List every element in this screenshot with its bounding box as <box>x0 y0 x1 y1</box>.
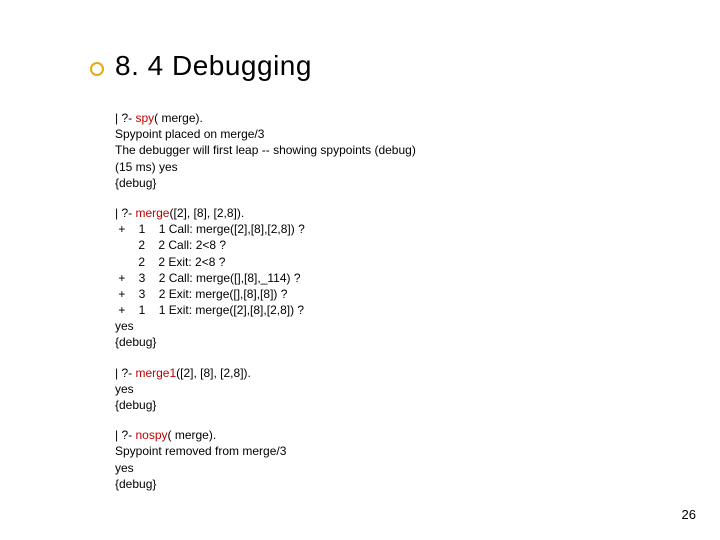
keyword-nospy: nospy <box>135 428 167 442</box>
code-block-3: | ?- merge1([2], [8], [2,8]). yes {debug… <box>115 365 720 414</box>
prompt: | ?- <box>115 428 135 442</box>
prompt: | ?- <box>115 206 135 220</box>
keyword-merge1: merge1 <box>135 366 176 380</box>
code-block-2: | ?- merge([2], [8], [2,8]). + 1 1 Call:… <box>115 205 720 351</box>
bullet-icon <box>90 62 104 76</box>
slide-title: 8. 4 Debugging <box>115 50 720 82</box>
keyword-spy: spy <box>135 111 154 125</box>
keyword-merge: merge <box>135 206 169 220</box>
code-block-1: | ?- spy( merge). Spypoint placed on mer… <box>115 110 720 191</box>
prompt: | ?- <box>115 111 135 125</box>
prompt: | ?- <box>115 366 135 380</box>
code-rest: ( merge). Spypoint placed on merge/3 The… <box>115 111 416 190</box>
page-number: 26 <box>682 507 696 522</box>
code-block-4: | ?- nospy( merge). Spypoint removed fro… <box>115 427 720 492</box>
code-rest: ([2], [8], [2,8]). + 1 1 Call: merge([2]… <box>115 206 305 350</box>
slide: 8. 4 Debugging | ?- spy( merge). Spypoin… <box>0 0 720 540</box>
